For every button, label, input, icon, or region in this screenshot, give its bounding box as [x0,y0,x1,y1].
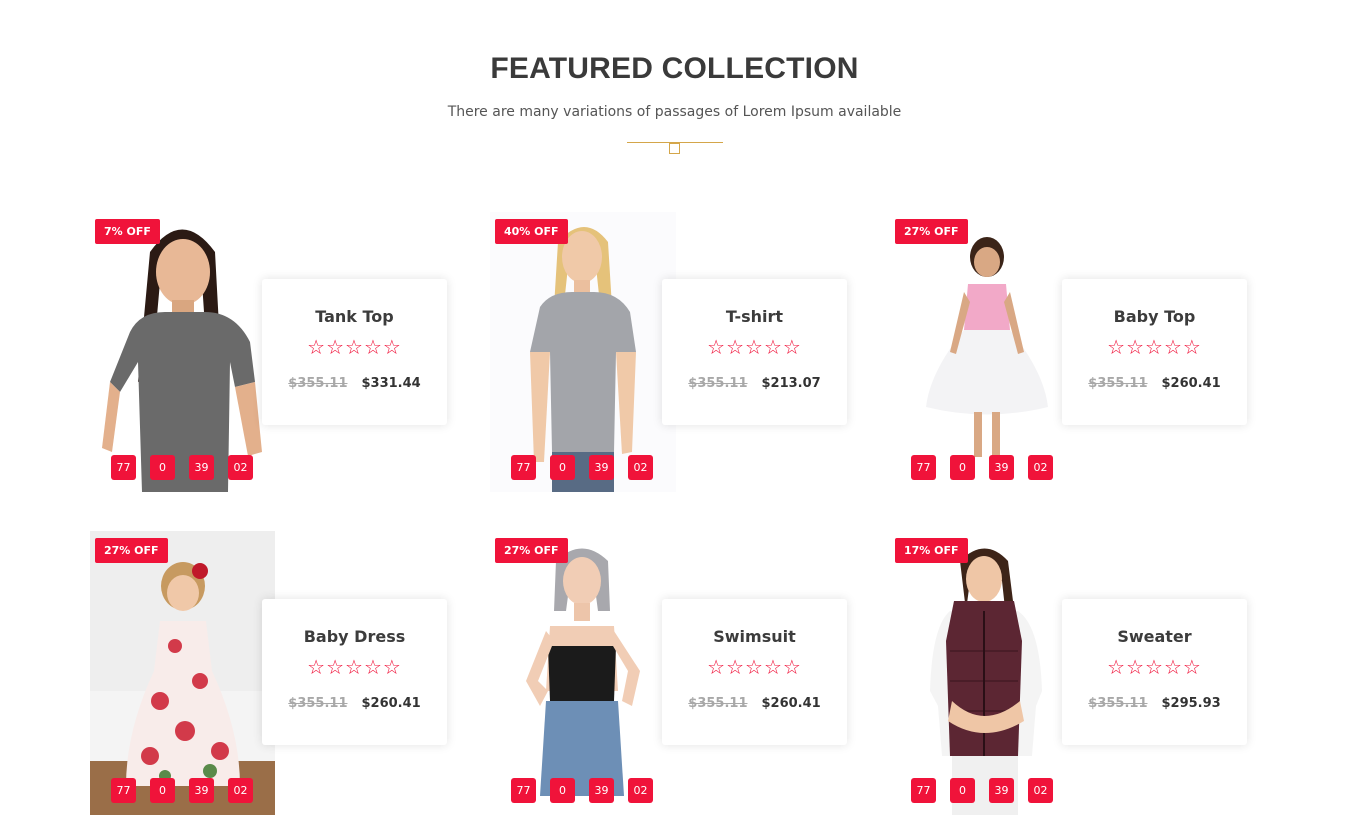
countdown-hours: 0 [150,778,175,803]
countdown-seconds: 02 [628,778,653,803]
divider-square-icon [669,143,680,154]
discount-badge: 7% OFF [95,219,160,244]
countdown-days: 77 [111,455,136,480]
new-price: $260.41 [361,696,421,711]
product-card[interactable]: 27% OFF 77 0 39 02 Swimsuit ☆☆☆☆☆ $355.1… [490,531,890,831]
countdown-days: 77 [111,778,136,803]
product-info-box: Sweater ☆☆☆☆☆ $355.11 $295.93 [1062,599,1247,745]
product-prices: $355.11 $260.41 [662,696,847,711]
countdown-timer: 77 0 39 02 [111,455,253,480]
product-card[interactable]: 27% OFF 77 0 39 02 Baby Top ☆☆☆☆☆ $355.1… [890,212,1290,512]
section-subtitle: There are many variations of passages of… [447,104,902,120]
product-image[interactable]: 27% OFF 77 0 39 02 [890,212,1070,492]
new-price: $213.07 [761,376,821,391]
product-info-box: Swimsuit ☆☆☆☆☆ $355.11 $260.41 [662,599,847,745]
countdown-minutes: 39 [189,455,214,480]
product-info-box: Baby Dress ☆☆☆☆☆ $355.11 $260.41 [262,599,447,745]
product-card[interactable]: 40% OFF 77 0 39 02 T-shirt ☆☆☆☆☆ $355.11… [490,212,890,512]
product-name[interactable]: Sweater [1062,627,1247,646]
product-image[interactable]: 27% OFF 77 0 39 02 [490,531,670,815]
new-price: $260.41 [761,696,821,711]
countdown-hours: 0 [550,778,575,803]
countdown-hours: 0 [950,778,975,803]
product-info-box: Baby Top ☆☆☆☆☆ $355.11 $260.41 [1062,279,1247,425]
countdown-seconds: 02 [228,778,253,803]
countdown-days: 77 [511,455,536,480]
countdown-hours: 0 [150,455,175,480]
countdown-timer: 77 0 39 02 [511,455,653,480]
product-card[interactable]: 27% OFF 77 0 39 02 Baby Dress ☆☆☆☆☆ $355… [90,531,490,831]
section-title: FEATURED COLLECTION [490,52,859,85]
product-name[interactable]: Tank Top [262,307,447,326]
countdown-timer: 77 0 39 02 [911,455,1053,480]
star-rating-icon: ☆☆☆☆☆ [707,655,802,679]
product-card[interactable]: 17% OFF 77 0 39 02 Sweater ☆☆☆☆☆ $355.11… [890,531,1290,831]
countdown-seconds: 02 [228,455,253,480]
product-info-box: Tank Top ☆☆☆☆☆ $355.11 $331.44 [262,279,447,425]
product-name[interactable]: T-shirt [662,307,847,326]
star-rating-icon: ☆☆☆☆☆ [307,335,402,359]
countdown-timer: 77 0 39 02 [111,778,253,803]
countdown-timer: 77 0 39 02 [911,778,1053,803]
product-prices: $355.11 $295.93 [1062,696,1247,711]
product-prices: $355.11 $260.41 [262,696,447,711]
product-image[interactable]: 7% OFF 77 0 39 02 [90,212,270,492]
discount-badge: 27% OFF [895,219,968,244]
countdown-days: 77 [511,778,536,803]
countdown-minutes: 39 [589,455,614,480]
countdown-days: 77 [911,455,936,480]
product-image[interactable]: 40% OFF 77 0 39 02 [490,212,676,492]
old-price: $355.11 [1088,696,1148,711]
star-rating-icon: ☆☆☆☆☆ [707,335,802,359]
countdown-minutes: 39 [589,778,614,803]
product-name[interactable]: Baby Top [1062,307,1247,326]
new-price: $295.93 [1161,696,1221,711]
old-price: $355.11 [288,376,348,391]
star-rating-icon: ☆☆☆☆☆ [307,655,402,679]
new-price: $331.44 [361,376,421,391]
countdown-seconds: 02 [1028,455,1053,480]
countdown-seconds: 02 [1028,778,1053,803]
discount-badge: 17% OFF [895,538,968,563]
old-price: $355.11 [688,376,748,391]
old-price: $355.11 [1088,376,1148,391]
product-info-box: T-shirt ☆☆☆☆☆ $355.11 $213.07 [662,279,847,425]
countdown-hours: 0 [950,455,975,480]
discount-badge: 27% OFF [495,538,568,563]
product-name[interactable]: Swimsuit [662,627,847,646]
product-prices: $355.11 $213.07 [662,376,847,391]
countdown-minutes: 39 [989,455,1014,480]
star-rating-icon: ☆☆☆☆☆ [1107,335,1202,359]
old-price: $355.11 [288,696,348,711]
countdown-hours: 0 [550,455,575,480]
star-rating-icon: ☆☆☆☆☆ [1107,655,1202,679]
product-prices: $355.11 $331.44 [262,376,447,391]
new-price: $260.41 [1161,376,1221,391]
countdown-minutes: 39 [189,778,214,803]
product-prices: $355.11 $260.41 [1062,376,1247,391]
discount-badge: 40% OFF [495,219,568,244]
countdown-timer: 77 0 39 02 [511,778,653,803]
countdown-seconds: 02 [628,455,653,480]
countdown-days: 77 [911,778,936,803]
product-image[interactable]: 17% OFF 77 0 39 02 [890,531,1070,815]
product-name[interactable]: Baby Dress [262,627,447,646]
product-card[interactable]: 7% OFF 77 0 39 02 Tank Top ☆☆☆☆☆ $355.11… [90,212,490,512]
discount-badge: 27% OFF [95,538,168,563]
old-price: $355.11 [688,696,748,711]
countdown-minutes: 39 [989,778,1014,803]
product-image[interactable]: 27% OFF 77 0 39 02 [90,531,275,815]
